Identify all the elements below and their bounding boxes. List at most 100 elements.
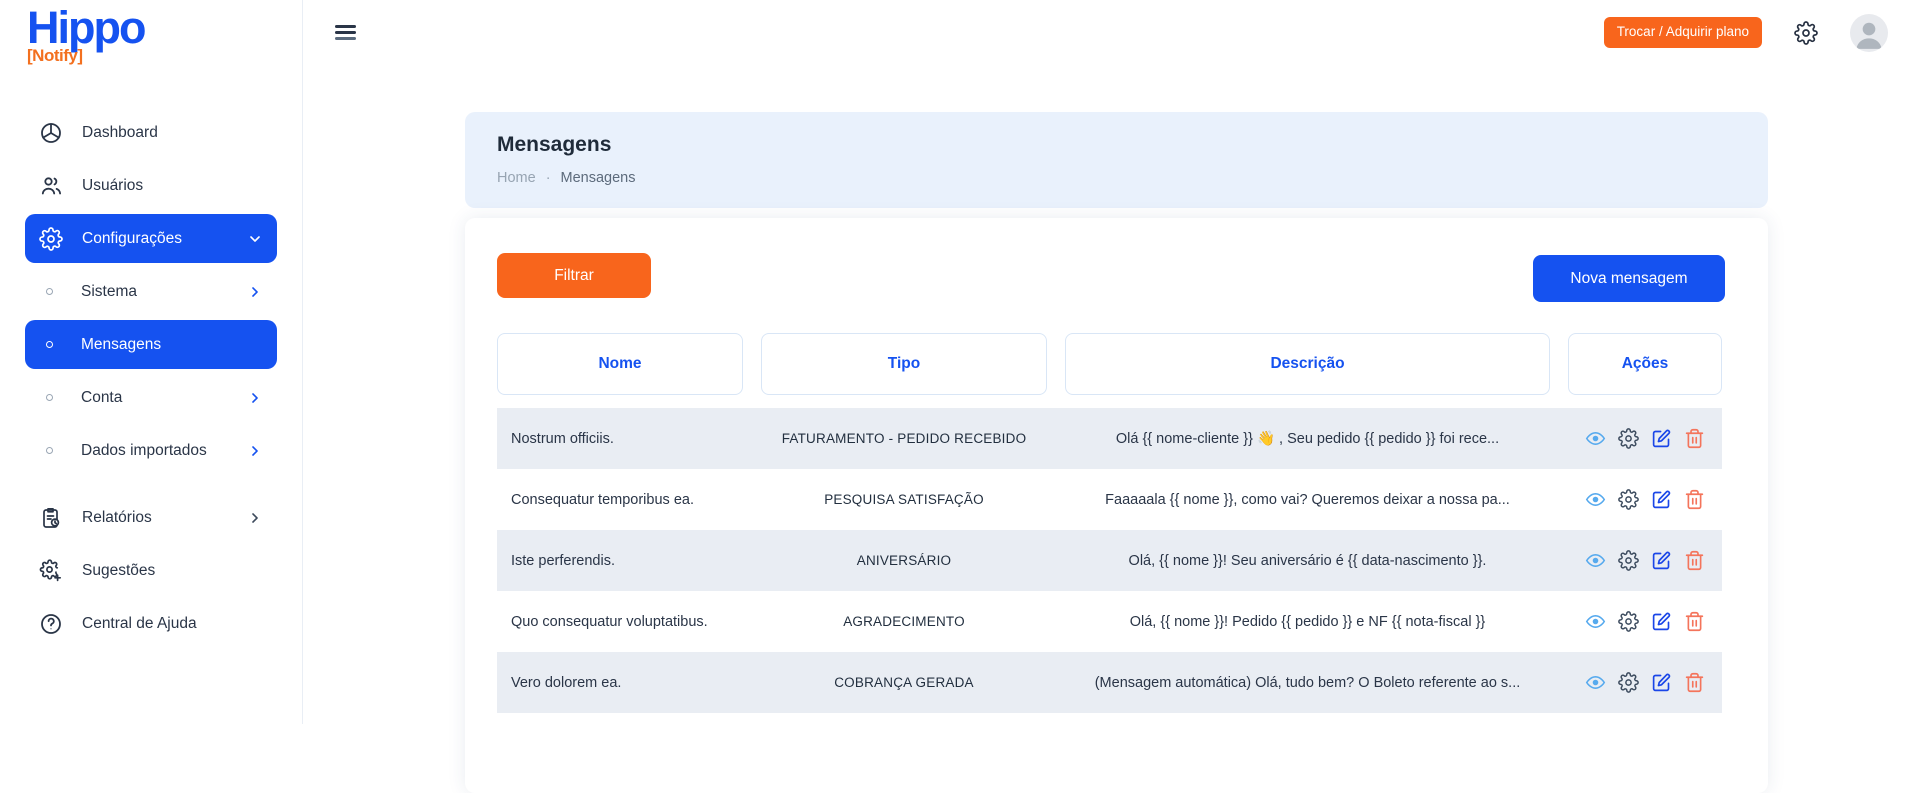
settings-gear-icon[interactable]: [1794, 21, 1818, 45]
sidebar-item-conta[interactable]: Conta: [25, 373, 277, 422]
sidebar-item-dashboard[interactable]: Dashboard: [25, 108, 277, 157]
cell-tipo: FATURAMENTO - PEDIDO RECEBIDO: [761, 431, 1047, 446]
cell-tipo: PESQUISA SATISFAÇÃO: [761, 492, 1047, 507]
cell-acoes: [1568, 672, 1722, 693]
logo-text: Hippo: [27, 4, 144, 52]
sidebar-item-dados-importados[interactable]: Dados importados: [25, 426, 277, 475]
cell-nome: Nostrum officiis.: [497, 431, 743, 447]
sidebar-item-usuarios[interactable]: Usuários: [25, 161, 277, 210]
delete-icon[interactable]: [1684, 611, 1705, 632]
edit-icon[interactable]: [1651, 489, 1672, 510]
settings-icon[interactable]: [1618, 428, 1639, 449]
edit-icon[interactable]: [1651, 611, 1672, 632]
table-header: Nome Tipo Descrição Ações: [497, 333, 1722, 395]
sidebar-menu: Dashboard Usuários Configurações: [0, 108, 302, 652]
table-row: Vero dolorem ea. COBRANÇA GERADA (Mensag…: [497, 652, 1722, 713]
sidebar-item-label: Dados importados: [81, 442, 207, 460]
cell-acoes: [1568, 550, 1722, 571]
user-avatar[interactable]: [1850, 14, 1888, 52]
sidebar-item-sugestoes[interactable]: Sugestões: [25, 546, 277, 595]
sidebar-item-label: Mensagens: [81, 336, 161, 354]
chevron-right-icon: [247, 390, 263, 406]
app-logo[interactable]: Hippo [Notify]: [27, 4, 144, 66]
edit-icon[interactable]: [1651, 672, 1672, 693]
gear-icon: [39, 227, 63, 251]
cell-nome: Vero dolorem ea.: [497, 675, 743, 691]
menu-toggle-icon[interactable]: [335, 22, 356, 43]
bullet-icon: [46, 447, 53, 454]
page-header-card: Mensagens Home · Mensagens: [465, 112, 1768, 208]
page-title: Mensagens: [497, 133, 1736, 157]
bullet-icon: [46, 341, 53, 348]
sidebar-item-mensagens[interactable]: Mensagens: [25, 320, 277, 369]
table-row: Iste perferendis. ANIVERSÁRIO Olá, {{ no…: [497, 530, 1722, 591]
breadcrumb-home-link[interactable]: Home: [497, 170, 536, 186]
chevron-right-icon: [247, 510, 263, 526]
column-header-tipo[interactable]: Tipo: [761, 333, 1047, 395]
main-content: Mensagens Home · Mensagens Filtrar Nova …: [303, 65, 1918, 724]
sidebar-item-label: Conta: [81, 389, 122, 407]
settings-icon[interactable]: [1618, 672, 1639, 693]
cell-descricao: Olá, {{ nome }}! Seu aniversário é {{ da…: [1065, 553, 1550, 569]
delete-icon[interactable]: [1684, 550, 1705, 571]
sidebar-item-label: Central de Ajuda: [82, 615, 197, 633]
sidebar-item-label: Sistema: [81, 283, 137, 301]
chevron-down-icon: [247, 231, 263, 247]
settings-icon[interactable]: [1618, 489, 1639, 510]
sidebar-item-label: Relatórios: [82, 509, 152, 527]
column-header-descricao[interactable]: Descrição: [1065, 333, 1550, 395]
topbar: Trocar / Adquirir plano: [303, 0, 1918, 65]
sidebar-item-relatorios[interactable]: Relatórios: [25, 493, 277, 542]
table-body: Nostrum officiis. FATURAMENTO - PEDIDO R…: [497, 408, 1722, 713]
table-row: Consequatur temporibus ea. PESQUISA SATI…: [497, 469, 1722, 530]
topbar-actions: Trocar / Adquirir plano: [1604, 14, 1888, 52]
cell-tipo: ANIVERSÁRIO: [761, 553, 1047, 568]
column-header-acoes[interactable]: Ações: [1568, 333, 1722, 395]
breadcrumb: Home · Mensagens: [497, 170, 1736, 186]
cell-descricao: (Mensagem automática) Olá, tudo bem? O B…: [1065, 675, 1550, 691]
sidebar-item-central-de-ajuda[interactable]: Central de Ajuda: [25, 599, 277, 648]
filter-button[interactable]: Filtrar: [497, 253, 651, 298]
view-icon[interactable]: [1585, 550, 1606, 571]
report-icon: [39, 506, 63, 530]
view-icon[interactable]: [1585, 428, 1606, 449]
new-message-button[interactable]: Nova mensagem: [1533, 255, 1725, 302]
sidebar-item-label: Configurações: [82, 230, 182, 248]
table-row: Nostrum officiis. FATURAMENTO - PEDIDO R…: [497, 408, 1722, 469]
view-icon[interactable]: [1585, 489, 1606, 510]
delete-icon[interactable]: [1684, 428, 1705, 449]
messages-card: Filtrar Nova mensagem Nome Tipo Descriçã…: [465, 218, 1768, 793]
cell-acoes: [1568, 489, 1722, 510]
bullet-icon: [46, 394, 53, 401]
edit-icon[interactable]: [1651, 550, 1672, 571]
cell-descricao: Olá {{ nome-cliente }} 👋 , Seu pedido {{…: [1065, 430, 1550, 447]
cell-tipo: COBRANÇA GERADA: [761, 675, 1047, 690]
chevron-right-icon: [247, 284, 263, 300]
table-row: Quo consequatur voluptatibus. AGRADECIME…: [497, 591, 1722, 652]
cell-nome: Iste perferendis.: [497, 553, 743, 569]
sidebar-item-label: Usuários: [82, 177, 143, 195]
sidebar: Hippo [Notify] Dashboard Usuários: [0, 0, 303, 724]
cell-acoes: [1568, 428, 1722, 449]
view-icon[interactable]: [1585, 611, 1606, 632]
cell-acoes: [1568, 611, 1722, 632]
settings-icon[interactable]: [1618, 550, 1639, 571]
delete-icon[interactable]: [1684, 672, 1705, 693]
cell-tipo: AGRADECIMENTO: [761, 614, 1047, 629]
chevron-right-icon: [247, 443, 263, 459]
sidebar-item-configuracoes[interactable]: Configurações: [25, 214, 277, 263]
view-icon[interactable]: [1585, 672, 1606, 693]
delete-icon[interactable]: [1684, 489, 1705, 510]
sidebar-item-label: Sugestões: [82, 562, 155, 580]
cell-nome: Quo consequatur voluptatibus.: [497, 614, 743, 630]
dashboard-icon: [39, 121, 63, 145]
sidebar-item-sistema[interactable]: Sistema: [25, 267, 277, 316]
change-plan-button[interactable]: Trocar / Adquirir plano: [1604, 17, 1762, 48]
edit-icon[interactable]: [1651, 428, 1672, 449]
column-header-nome[interactable]: Nome: [497, 333, 743, 395]
settings-icon[interactable]: [1618, 611, 1639, 632]
cell-descricao: Olá, {{ nome }}! Pedido {{ pedido }} e N…: [1065, 614, 1550, 630]
help-icon: [39, 612, 63, 636]
sidebar-item-label: Dashboard: [82, 124, 158, 142]
users-icon: [39, 174, 63, 198]
